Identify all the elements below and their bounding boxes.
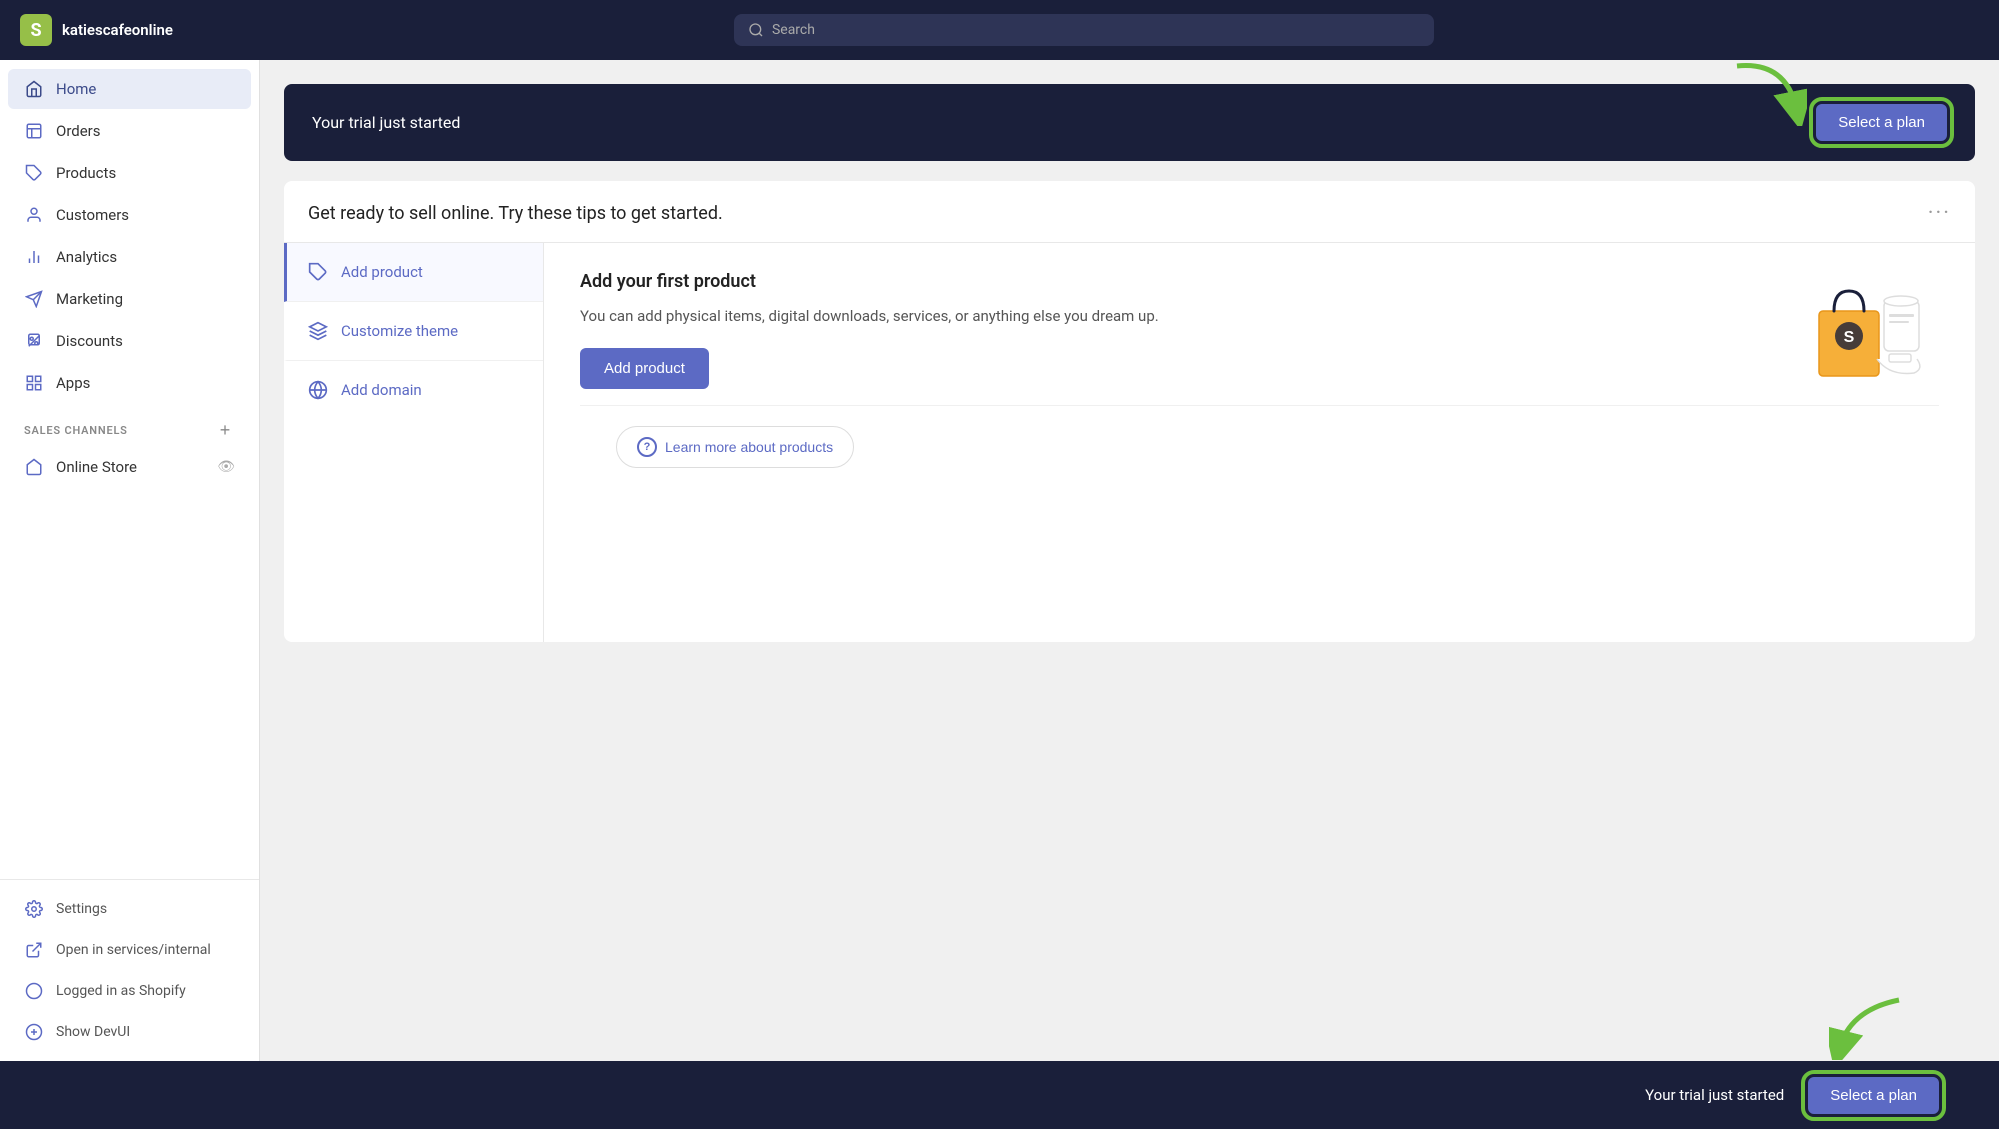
bottom-trial-text: Your trial just started bbox=[1645, 1086, 1784, 1104]
products-icon bbox=[24, 163, 44, 183]
orders-icon bbox=[24, 121, 44, 141]
home-icon bbox=[24, 79, 44, 99]
green-arrow-top bbox=[1727, 60, 1807, 130]
tip-active-content: Add your first product You can add physi… bbox=[544, 243, 1975, 642]
product-illustration: S bbox=[1799, 271, 1939, 391]
home-label: Home bbox=[56, 80, 96, 98]
tip-text-area: Add your first product You can add physi… bbox=[580, 271, 1775, 389]
sidebar-bottom: Settings Open in services/internal Logge… bbox=[0, 879, 259, 1061]
select-plan-button-top[interactable]: Select a plan bbox=[1816, 104, 1947, 141]
customize-theme-tip-label: Customize theme bbox=[341, 322, 458, 340]
add-domain-tip-icon bbox=[307, 379, 329, 401]
add-product-tip-label: Add product bbox=[341, 263, 423, 281]
tip-item-customize-theme[interactable]: Customize theme bbox=[284, 302, 543, 361]
search-bar[interactable]: Search bbox=[734, 14, 1434, 46]
tip-content-inner: Add your first product You can add physi… bbox=[580, 271, 1939, 391]
sidebar-item-analytics[interactable]: Analytics bbox=[8, 237, 251, 277]
online-store-label: Online Store bbox=[56, 458, 137, 476]
apps-label: Apps bbox=[56, 374, 90, 392]
svg-text:S: S bbox=[1844, 329, 1855, 346]
tips-card: Get ready to sell online. Try these tips… bbox=[284, 181, 1975, 642]
sidebar-item-home[interactable]: Home bbox=[8, 69, 251, 109]
add-product-cta-button[interactable]: Add product bbox=[580, 348, 709, 389]
customize-theme-tip-icon bbox=[307, 320, 329, 342]
tips-body: Add product Customize theme Add domain bbox=[284, 242, 1975, 642]
trial-banner-text: Your trial just started bbox=[312, 113, 460, 132]
sales-channels-section: SALES CHANNELS + bbox=[0, 404, 259, 446]
sidebar-item-orders[interactable]: Orders bbox=[8, 111, 251, 151]
tips-header: Get ready to sell online. Try these tips… bbox=[284, 181, 1975, 242]
online-store-icon bbox=[24, 457, 44, 477]
tips-menu-button[interactable]: ··· bbox=[1928, 201, 1951, 226]
analytics-icon bbox=[24, 247, 44, 267]
learn-more-button[interactable]: ? Learn more about products bbox=[616, 426, 854, 468]
sidebar-item-discounts[interactable]: Discounts bbox=[8, 321, 251, 361]
discounts-label: Discounts bbox=[56, 332, 123, 350]
sidebar: Home Orders Products Customers Analytics bbox=[0, 60, 260, 1061]
sidebar-item-marketing[interactable]: Marketing bbox=[8, 279, 251, 319]
add-domain-tip-label: Add domain bbox=[341, 381, 422, 399]
analytics-label: Analytics bbox=[56, 248, 117, 266]
brand-logo[interactable]: S katiescafeonline bbox=[20, 14, 173, 46]
online-store-visibility-icon[interactable]: 👁 bbox=[217, 459, 235, 475]
sidebar-item-logged-in[interactable]: Logged in as Shopify bbox=[8, 971, 251, 1011]
customers-icon bbox=[24, 205, 44, 225]
main-content: Your trial just started Select a plan bbox=[260, 60, 1999, 1061]
products-label: Products bbox=[56, 164, 116, 182]
add-product-tip-icon bbox=[307, 261, 329, 283]
marketing-label: Marketing bbox=[56, 290, 123, 308]
customers-label: Customers bbox=[56, 206, 129, 224]
learn-more-section: ? Learn more about products bbox=[580, 405, 1939, 488]
tip-content-title: Add your first product bbox=[580, 271, 1775, 292]
select-plan-button-bottom[interactable]: Select a plan bbox=[1808, 1077, 1939, 1114]
sidebar-item-products[interactable]: Products bbox=[8, 153, 251, 193]
sidebar-item-apps[interactable]: Apps bbox=[8, 363, 251, 403]
devui-icon bbox=[24, 1022, 44, 1042]
show-devui-label: Show DevUI bbox=[56, 1024, 130, 1040]
search-placeholder: Search bbox=[772, 22, 815, 38]
open-internal-label: Open in services/internal bbox=[56, 942, 211, 958]
sidebar-item-show-devui[interactable]: Show DevUI bbox=[8, 1012, 251, 1052]
orders-label: Orders bbox=[56, 122, 101, 140]
top-navigation: S katiescafeonline Search bbox=[0, 0, 1999, 60]
shopify-icon: S bbox=[20, 14, 52, 46]
logged-in-label: Logged in as Shopify bbox=[56, 983, 186, 999]
tips-list: Add product Customize theme Add domain bbox=[284, 243, 544, 642]
brand-name: katiescafeonline bbox=[62, 21, 173, 39]
learn-more-icon: ? bbox=[637, 437, 657, 457]
tip-item-add-product[interactable]: Add product bbox=[284, 243, 543, 302]
body-layout: Home Orders Products Customers Analytics bbox=[0, 60, 1999, 1061]
learn-more-label: Learn more about products bbox=[665, 439, 833, 455]
sidebar-item-online-store[interactable]: Online Store 👁 bbox=[8, 447, 251, 487]
apps-icon bbox=[24, 373, 44, 393]
search-icon bbox=[748, 22, 764, 38]
settings-label: Settings bbox=[56, 901, 107, 917]
sidebar-item-customers[interactable]: Customers bbox=[8, 195, 251, 235]
sales-channels-label: SALES CHANNELS bbox=[24, 424, 128, 437]
sidebar-item-open-internal[interactable]: Open in services/internal bbox=[8, 930, 251, 970]
add-sales-channel-button[interactable]: + bbox=[215, 420, 235, 440]
trial-banner-top: Your trial just started Select a plan bbox=[284, 84, 1975, 161]
tip-content-description: You can add physical items, digital down… bbox=[580, 304, 1775, 328]
tips-title: Get ready to sell online. Try these tips… bbox=[308, 203, 723, 224]
sidebar-item-settings[interactable]: Settings bbox=[8, 889, 251, 929]
tip-item-add-domain[interactable]: Add domain bbox=[284, 361, 543, 419]
discounts-icon bbox=[24, 331, 44, 351]
settings-icon bbox=[24, 899, 44, 919]
bottom-select-plan-wrapper: Select a plan bbox=[1808, 1077, 1939, 1114]
bottom-trial-bar: Your trial just started Select a plan bbox=[0, 1061, 1999, 1129]
user-circle-icon bbox=[24, 981, 44, 1001]
external-link-icon bbox=[24, 940, 44, 960]
marketing-icon bbox=[24, 289, 44, 309]
